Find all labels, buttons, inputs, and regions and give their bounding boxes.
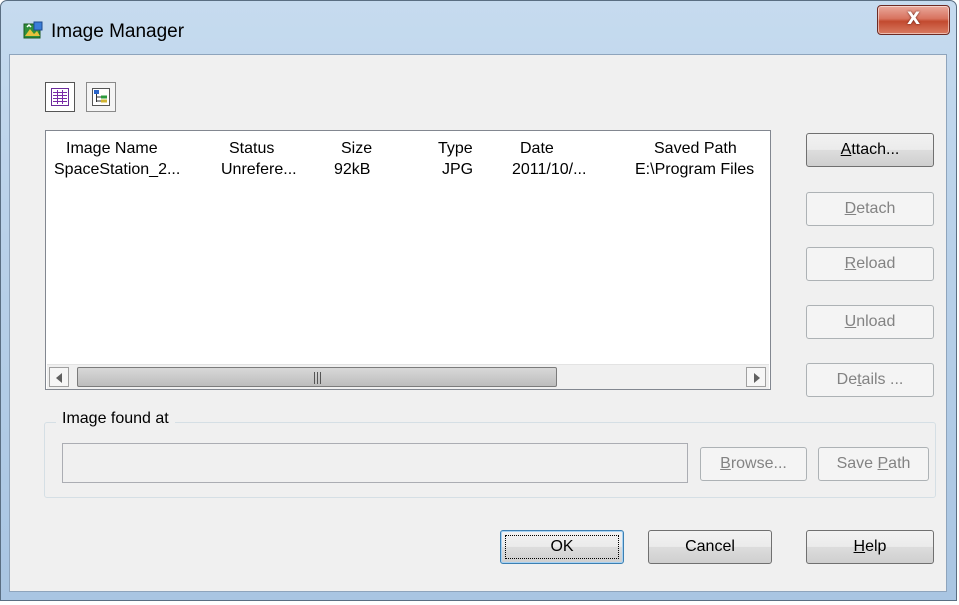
image-manager-icon	[23, 21, 43, 41]
ok-button[interactable]: OK	[500, 530, 624, 564]
cell-image-name: SpaceStation_2...	[54, 161, 181, 178]
column-header-type[interactable]: Type	[438, 140, 473, 158]
column-header-size[interactable]: Size	[341, 140, 372, 158]
reload-button[interactable]: Reload	[806, 247, 934, 281]
cell-size: 92kB	[334, 161, 371, 178]
browse-button[interactable]: Browse...	[700, 447, 807, 481]
cell-type: JPG	[442, 161, 474, 178]
cell-date: 2011/10/...	[512, 161, 587, 178]
close-button[interactable]: X	[877, 5, 950, 35]
details-button[interactable]: Details ...	[806, 363, 934, 397]
column-header-status[interactable]: Status	[229, 140, 274, 158]
column-header-image-name[interactable]: Image Name	[66, 140, 158, 158]
tree-view-icon	[92, 88, 110, 106]
arrow-right-icon	[754, 373, 760, 383]
scroll-right-button[interactable]	[746, 367, 766, 387]
unload-button[interactable]: Unload	[806, 305, 934, 339]
cell-saved-path: E:\Program Files	[635, 161, 755, 178]
attach-button[interactable]: Attach...	[806, 133, 934, 167]
cell-status: Unrefere...	[221, 161, 297, 178]
arrow-left-icon	[56, 373, 62, 383]
cancel-button[interactable]: Cancel	[648, 530, 772, 564]
horizontal-scrollbar[interactable]	[47, 364, 769, 389]
tree-view-button[interactable]	[86, 82, 116, 112]
scroll-left-button[interactable]	[49, 367, 69, 387]
scrollbar-thumb[interactable]	[77, 367, 557, 387]
image-list[interactable]: Image Name Status Size Type Date Saved P…	[45, 130, 771, 390]
column-header-date[interactable]: Date	[520, 140, 554, 158]
save-path-button[interactable]: Save Path	[818, 447, 929, 481]
help-button[interactable]: Help	[806, 530, 934, 564]
image-found-at-label: Image found at	[56, 410, 175, 428]
focus-rect	[505, 535, 619, 559]
column-header-saved-path[interactable]: Saved Path	[654, 140, 737, 158]
list-view-icon	[51, 88, 69, 106]
window-title: Image Manager	[51, 21, 185, 42]
grip-icon	[313, 372, 323, 384]
found-path-field[interactable]	[62, 443, 688, 483]
title-bar[interactable]: Image Manager X	[1, 1, 956, 56]
detach-button[interactable]: Detach	[806, 192, 934, 226]
list-view-button[interactable]	[45, 82, 75, 112]
